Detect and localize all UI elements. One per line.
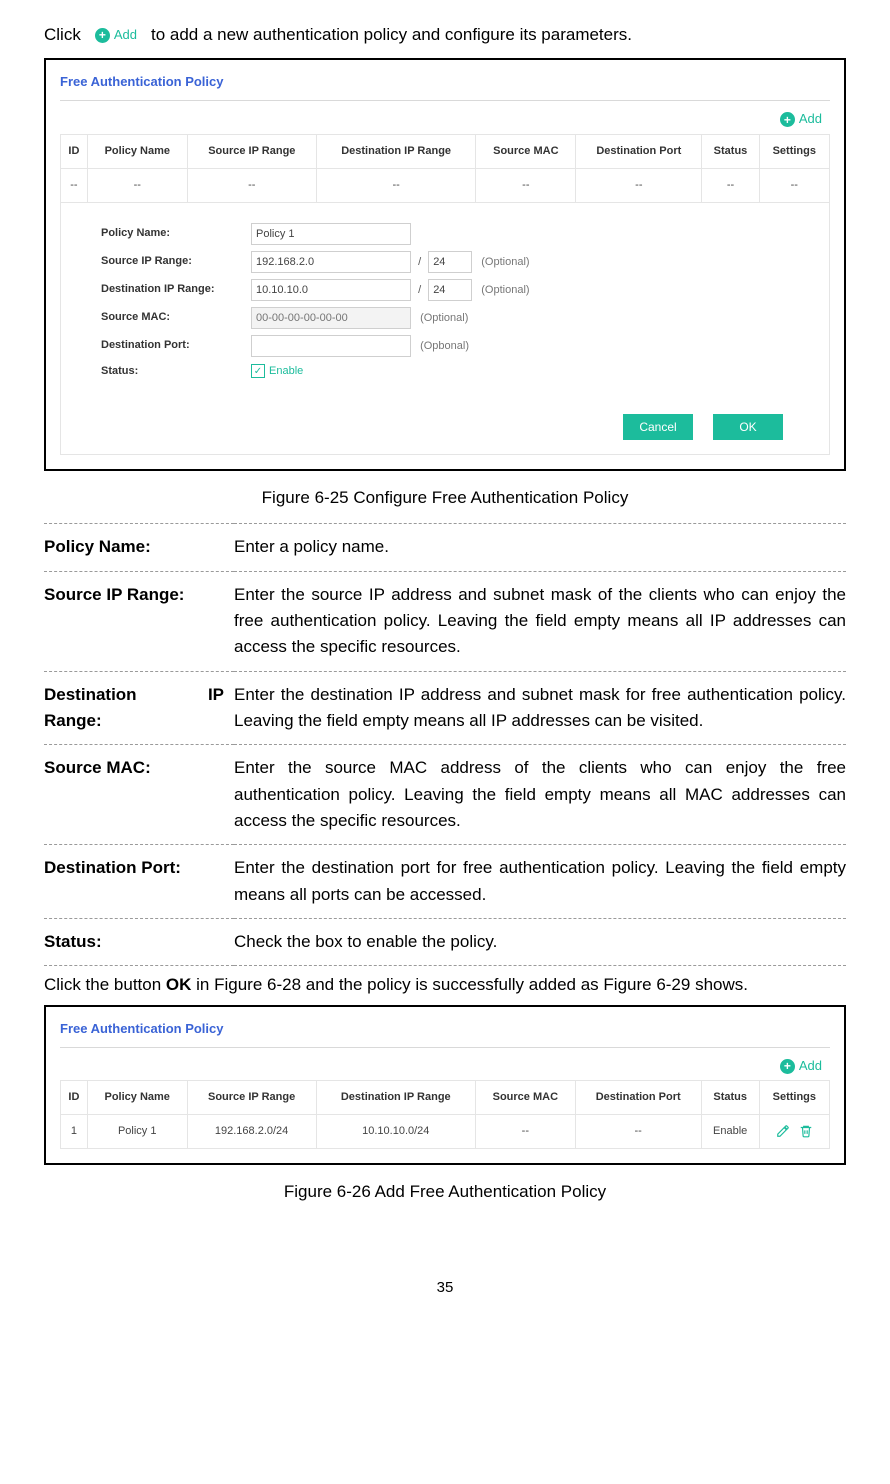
def-key: Status: [44,919,234,966]
check-icon: ✓ [251,364,265,378]
intro-suffix: to add a new authentication policy and c… [151,22,632,48]
def-val: Enter a policy name. [234,524,846,571]
figure-caption-1: Figure 6-25 Configure Free Authenticatio… [44,485,846,511]
intro-text: Click + Add to add a new authentication … [44,22,846,48]
panel2-add-button[interactable]: + Add [776,1056,826,1076]
label-dst-ip: Destination IP Range: [101,281,241,298]
table-row-empty: -- -- -- -- -- -- -- -- [61,168,830,202]
panel2-add-label: Add [799,1056,822,1076]
def-row: Source IP Range: Enter the source IP add… [44,571,846,671]
def-row: Source MAC: Enter the source MAC address… [44,745,846,845]
def-key: Source IP Range: [44,571,234,671]
figure-caption-2: Figure 6-26 Add Free Authentication Poli… [44,1179,846,1205]
status-enable-checkbox[interactable]: ✓ Enable [251,363,303,380]
input-src-mask[interactable] [428,251,472,273]
cell-src: 192.168.2.0/24 [187,1115,316,1149]
def-row: Destination Port: Enter the destination … [44,845,846,919]
col-srcmac: Source MAC [476,134,576,168]
def-key: Policy Name: [44,524,234,571]
cell-id: 1 [61,1115,88,1149]
optional-hint-typo: (Opbonal) [420,340,469,352]
plus-icon: + [780,112,795,127]
table-row: 1 Policy 1 192.168.2.0/24 10.10.10.0/24 … [61,1115,830,1149]
panel2-title: Free Authentication Policy [60,1017,830,1048]
policy-form: Policy Name: Source IP Range: / (Optiona… [60,203,830,455]
optional-hint: (Optional) [420,312,468,324]
cancel-button[interactable]: Cancel [623,414,693,440]
cell-mac: -- [475,1115,575,1149]
panel2-table: ID Policy Name Source IP Range Destinati… [60,1080,830,1149]
input-dst-ip[interactable] [251,279,411,301]
ok-button[interactable]: OK [713,414,783,440]
optional-hint: (Optional) [481,284,529,296]
panel1-title: Free Authentication Policy [60,70,830,101]
col-name: Policy Name [87,134,187,168]
panel1-add-button[interactable]: + Add [776,109,826,129]
input-src-mac[interactable] [251,307,411,329]
added-policy-screenshot: Free Authentication Policy + Add ID Poli… [44,1005,846,1165]
label-src-ip: Source IP Range: [101,253,241,270]
intro-prefix: Click [44,22,81,48]
col-id: ID [61,134,88,168]
input-src-ip[interactable] [251,251,411,273]
add-button-inline[interactable]: + Add [91,25,141,45]
plus-icon: + [780,1059,795,1074]
add-label-inline: Add [114,25,137,45]
def-row: Destination IP Range: Enter the destinat… [44,671,846,745]
cell-port: -- [575,1115,701,1149]
parameter-definitions: Policy Name: Enter a policy name. Source… [44,523,846,966]
def-row: Status: Check the box to enable the poli… [44,919,846,966]
edit-icon[interactable] [776,1125,793,1137]
def-row: Policy Name: Enter a policy name. [44,524,846,571]
col-srcip: Source IP Range [187,134,316,168]
cell-status: Enable [701,1115,759,1149]
delete-icon[interactable] [799,1125,813,1137]
col-status: Status [702,134,759,168]
status-enable-label: Enable [269,363,303,380]
def-val: Enter the destination IP address and sub… [234,671,846,745]
cell-dst: 10.10.10.0/24 [316,1115,475,1149]
plus-icon: + [95,28,110,43]
def-val: Enter the destination port for free auth… [234,845,846,919]
def-val: Enter the source MAC address of the clie… [234,745,846,845]
panel1-table: ID Policy Name Source IP Range Destinati… [60,134,830,203]
col-dstip: Destination IP Range [316,134,476,168]
midtext: Click the button OK in Figure 6-28 and t… [44,972,846,998]
label-dst-port: Destination Port: [101,337,241,354]
optional-hint: (Optional) [481,256,529,268]
def-key: Destination Port: [44,845,234,919]
cell-settings [759,1115,829,1149]
def-key: Source MAC: [44,745,234,845]
label-status: Status: [101,363,241,380]
input-policy-name[interactable] [251,223,411,245]
cell-name: Policy 1 [87,1115,187,1149]
label-policy-name: Policy Name: [101,225,241,242]
page-number: 35 [44,1276,846,1299]
configure-policy-screenshot: Free Authentication Policy + Add ID Poli… [44,58,846,471]
input-dst-port[interactable] [251,335,411,357]
col-settings: Settings [759,134,829,168]
def-val: Enter the source IP address and subnet m… [234,571,846,671]
def-key: Destination IP Range: [44,671,234,745]
input-dst-mask[interactable] [428,279,472,301]
panel1-add-label: Add [799,109,822,129]
def-val: Check the box to enable the policy. [234,919,846,966]
col-dstport: Destination Port [576,134,702,168]
label-src-mac: Source MAC: [101,309,241,326]
